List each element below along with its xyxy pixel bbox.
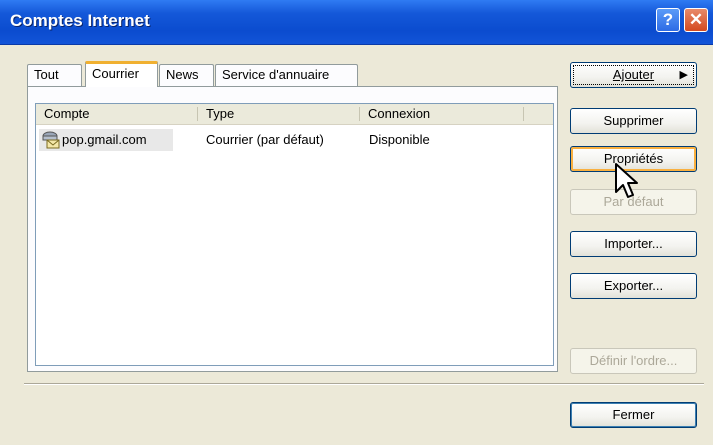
help-icon[interactable]: ? <box>656 8 680 32</box>
tab-service-annuaire[interactable]: Service d'annuaire <box>215 64 358 86</box>
account-name: pop.gmail.com <box>62 132 147 147</box>
tab-courrier[interactable]: Courrier <box>85 61 158 87</box>
separator <box>24 383 704 385</box>
close-button[interactable]: Fermer <box>570 402 697 428</box>
title-bar: Comptes Internet ? ✕ <box>0 0 713 45</box>
set-order-button[interactable]: Définir l'ordre... <box>570 348 697 374</box>
column-label-type: Type <box>206 106 235 121</box>
account-type: Courrier (par défaut) <box>206 132 324 147</box>
mail-account-icon <box>41 130 61 153</box>
export-button[interactable]: Exporter... <box>570 273 697 299</box>
add-button-label: Ajouter <box>612 67 655 82</box>
column-header-connexion[interactable]: Connexion <box>360 104 524 124</box>
export-button-label: Exporter... <box>603 278 664 293</box>
remove-button[interactable]: Supprimer <box>570 108 697 134</box>
list-header: Compte Type Connexion <box>36 104 553 125</box>
tab-courrier-label: Courrier <box>92 66 139 81</box>
column-header-compte[interactable]: Compte <box>36 104 198 124</box>
table-row[interactable]: pop.gmail.com Courrier (par défaut) Disp… <box>36 129 553 151</box>
close-button-label: Fermer <box>612 407 655 422</box>
mouse-cursor-icon <box>615 163 638 198</box>
triangle-right-icon: ▶ <box>679 69 688 81</box>
column-header-type[interactable]: Type <box>198 104 360 124</box>
set-order-button-label: Définir l'ordre... <box>589 353 678 368</box>
account-connection: Disponible <box>369 132 430 147</box>
remove-button-label: Supprimer <box>603 113 664 128</box>
tab-tout-label: Tout <box>34 67 59 82</box>
add-button[interactable]: Ajouter ▶ <box>570 62 697 88</box>
column-label-connexion: Connexion <box>368 106 431 121</box>
accounts-list[interactable]: Compte Type Connexion pop.gmail.com Cour… <box>35 103 554 366</box>
column-label-compte: Compte <box>44 106 90 121</box>
tab-service-annuaire-label: Service d'annuaire <box>222 67 330 82</box>
import-button[interactable]: Importer... <box>570 231 697 257</box>
tab-news-label: News <box>166 67 199 82</box>
tab-news[interactable]: News <box>159 64 214 86</box>
close-icon[interactable]: ✕ <box>684 8 708 32</box>
window-title: Comptes Internet <box>10 11 150 30</box>
tab-tout[interactable]: Tout <box>27 64 82 86</box>
import-button-label: Importer... <box>604 236 663 251</box>
